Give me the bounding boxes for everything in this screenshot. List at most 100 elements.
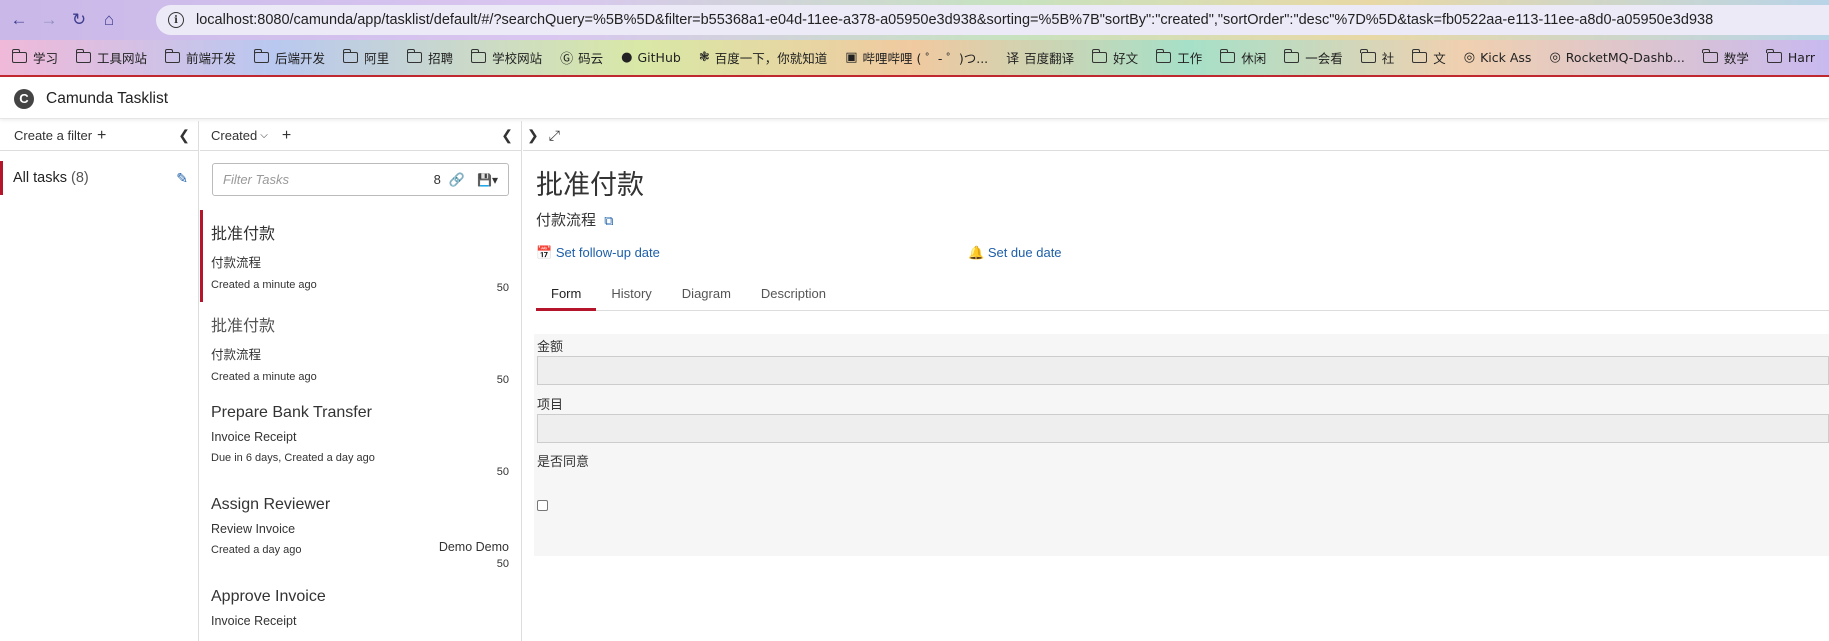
forward-icon[interactable]: →: [38, 9, 60, 31]
task-list-item[interactable]: Approve Invoice Invoice Receipt: [200, 578, 521, 641]
expand-right-icon[interactable]: ❯: [527, 127, 539, 144]
bookmark-item[interactable]: 译百度翻译: [1006, 48, 1074, 67]
create-filter-label: Create a filter: [14, 128, 93, 143]
filter-tasks-input[interactable]: Filter Tasks 8 🔗 💾▾: [212, 163, 509, 196]
bookmark-item[interactable]: Ⓖ 码云: [560, 48, 603, 67]
set-due-date-button[interactable]: 🔔 Set due date: [968, 245, 1062, 261]
create-filter-button[interactable]: Create a filter + ❮: [0, 121, 198, 151]
tab-description[interactable]: Description: [746, 281, 841, 311]
bookmark-label: GitHub: [637, 50, 681, 65]
bookmark-item[interactable]: 数学: [1702, 48, 1749, 67]
folder-icon: [470, 49, 487, 63]
home-icon[interactable]: ⌂: [98, 9, 120, 31]
task-created: Created a minute ago: [211, 279, 317, 291]
filter-item-all-tasks[interactable]: All tasks (8) ✎: [0, 161, 198, 195]
folder-icon: [75, 49, 92, 63]
bookmark-item[interactable]: ◎ RocketMQ-Dashb...: [1549, 50, 1684, 65]
follow-up-label: Set follow-up date: [555, 245, 660, 260]
bookmark-label: 哔哩哔哩 ( ゜- ゜)つ...: [862, 51, 989, 66]
task-name: 批准付款: [211, 226, 276, 243]
project-field[interactable]: [537, 414, 1829, 443]
plus-icon: +: [97, 126, 107, 144]
filter-sidebar: Create a filter + ❮ All tasks (8) ✎: [0, 121, 199, 641]
bookmark-item[interactable]: 好文: [1091, 48, 1138, 67]
folder-icon: [1360, 49, 1376, 63]
folder-icon: [1702, 49, 1718, 63]
task-priority: 50: [496, 282, 509, 294]
detail-tabs: Form History Diagram Description: [536, 281, 1829, 311]
task-created: Due in 6 days, Created a day ago: [211, 452, 375, 464]
address-bar[interactable]: i localhost:8080/camunda/app/tasklist/de…: [156, 5, 1829, 35]
bookmark-label: 文: [1433, 51, 1446, 66]
task-form: 金额 项目 是否同意: [534, 334, 1829, 556]
bookmark-item[interactable]: ● GitHub: [621, 50, 681, 65]
bookmark-item[interactable]: 工具网站: [75, 48, 147, 67]
bookmark-item[interactable]: 学校网站: [470, 48, 542, 67]
task-process-name[interactable]: 付款流程: [536, 212, 596, 229]
amount-field[interactable]: [537, 356, 1829, 385]
task-process: Invoice Receipt: [211, 430, 297, 444]
globe-icon: ◎: [1463, 50, 1476, 65]
task-list-item[interactable]: Prepare Bank Transfer Invoice Receipt Due …: [200, 394, 521, 486]
sort-dropdown[interactable]: Created: [211, 128, 257, 143]
bookmark-item[interactable]: 工作: [1155, 48, 1202, 67]
task-process: 付款流程: [211, 256, 262, 270]
bookmark-item[interactable]: Harr: [1766, 49, 1816, 65]
bookmark-item[interactable]: 后端开发: [253, 48, 325, 67]
bookmark-label: Harr: [1787, 50, 1816, 65]
edit-filter-icon[interactable]: ✎: [176, 170, 188, 187]
bookmark-item[interactable]: 前端开发: [164, 48, 236, 67]
task-name: Approve Invoice: [211, 588, 326, 605]
bookmark-item[interactable]: 休闲: [1219, 48, 1266, 67]
task-list-item[interactable]: 批准付款付款流程 Created a minute ago 50: [200, 210, 521, 302]
collapse-left-icon[interactable]: ❮: [178, 127, 190, 144]
task-process: 付款流程: [211, 348, 262, 362]
task-assignee: Demo Demo: [438, 540, 509, 554]
bookmark-item[interactable]: 学习: [11, 48, 58, 67]
project-label: 项目: [537, 397, 564, 412]
task-detail-pane: ❯ ⤢ 批准付款 付款流程 ⧉ 📅 Set follow-up date 🔔 S…: [523, 121, 1829, 641]
task-list-item[interactable]: Assign Reviewer Review Invoice Demo Demo Cr…: [200, 486, 521, 578]
chevron-down-icon[interactable]: ⌵: [260, 130, 268, 141]
folder-icon: [1766, 49, 1782, 63]
bookmark-label: 社: [1381, 51, 1395, 66]
bookmark-label: 阿里: [364, 51, 390, 66]
external-link-icon[interactable]: ⧉: [604, 213, 613, 228]
folder-icon: [1091, 49, 1108, 63]
folder-icon: [1411, 49, 1428, 63]
url-text[interactable]: localhost:8080/camunda/app/tasklist/defa…: [196, 12, 1713, 28]
task-name: 批准付款: [211, 318, 276, 335]
bookmark-label: 招聘: [428, 51, 454, 66]
add-sorting-icon[interactable]: +: [282, 127, 291, 145]
tab-diagram[interactable]: Diagram: [667, 281, 746, 311]
folder-icon: [1283, 49, 1300, 63]
task-process-link[interactable]: 付款流程 ⧉: [536, 209, 613, 230]
save-icon[interactable]: 💾▾: [477, 173, 498, 187]
back-icon[interactable]: ←: [8, 9, 30, 31]
bookmark-item[interactable]: ◎ Kick Ass: [1464, 50, 1532, 65]
app-title: Camunda Tasklist: [46, 89, 169, 107]
bookmark-item[interactable]: 文: [1411, 48, 1446, 67]
agree-checkbox[interactable]: [537, 500, 548, 511]
reload-icon[interactable]: ↻: [68, 9, 90, 31]
bookmark-item[interactable]: ▣ 哔哩哔哩 ( ゜- ゜)つ...: [845, 48, 988, 67]
collapse-left-icon[interactable]: ❮: [501, 127, 513, 144]
link-icon[interactable]: 🔗: [449, 172, 465, 188]
tab-form[interactable]: Form: [536, 281, 597, 311]
bookmark-item[interactable]: ❃ 百度一下，你就知道: [699, 48, 827, 67]
bookmark-label: 百度一下，你就知道: [714, 51, 828, 66]
task-list-item[interactable]: 批准付款 付款流程 Created a minute ago 50: [200, 302, 521, 394]
bookmark-item[interactable]: 招聘: [406, 48, 454, 67]
tab-history[interactable]: History: [596, 281, 666, 311]
bookmark-item[interactable]: 阿里: [342, 48, 390, 67]
amount-label: 金额: [537, 339, 564, 354]
bell-icon: 🔔: [968, 245, 985, 260]
set-follow-up-date-button[interactable]: 📅 Set follow-up date: [536, 245, 660, 261]
search-placeholder[interactable]: Filter Tasks: [223, 172, 434, 187]
filter-item-label: All tasks: [13, 170, 67, 186]
fullscreen-icon[interactable]: ⤢: [549, 127, 560, 144]
bookmark-item[interactable]: 社: [1360, 48, 1395, 67]
bookmarks-bar: 学习 工具网站 前端开发 后端开发 阿里 招聘 学校网站 Ⓖ 码云 ● GitHub ❃ 百度一下，你就…: [0, 40, 1829, 77]
bookmark-item[interactable]: 一会看: [1283, 48, 1343, 67]
site-info-icon[interactable]: i: [168, 12, 184, 28]
